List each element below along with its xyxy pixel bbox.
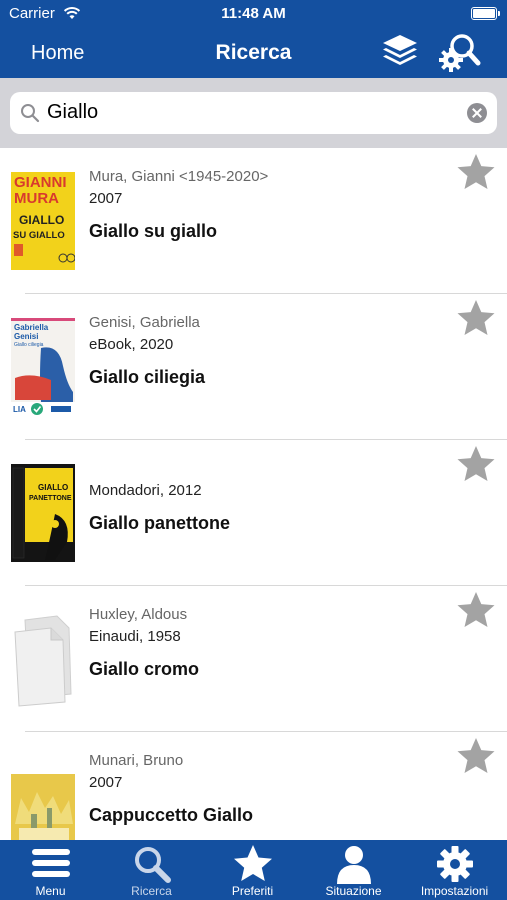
battery-icon [471, 7, 500, 20]
search-settings-icon[interactable] [437, 30, 481, 74]
book-cover-giallo-ciliegia: Gabriella Genisi Giallo ciliegia LIA [11, 318, 75, 416]
result-row[interactable]: GIANNI MURA GIALLO SU GIALLO Mura, Giann… [0, 148, 507, 294]
tab-label: Preferiti [231, 884, 274, 898]
result-publication: 2007 [89, 190, 123, 207]
clear-search-icon[interactable] [467, 103, 487, 123]
search-icon [135, 847, 171, 883]
tab-preferiti[interactable]: Preferiti [202, 840, 303, 900]
svg-text:GIALLO: GIALLO [19, 213, 64, 227]
svg-text:PANETTONE: PANETTONE [29, 495, 72, 502]
document-placeholder-icon [11, 610, 75, 708]
result-publication: 2007 [89, 774, 123, 791]
result-publication: Mondadori, 2012 [89, 482, 202, 499]
navigation-bar: Home Ricerca [0, 28, 507, 78]
layers-icon[interactable] [380, 32, 420, 72]
svg-text:GIALLO: GIALLO [38, 483, 68, 492]
result-author: Huxley, Aldous [89, 606, 188, 623]
tab-label: Situazione [325, 884, 382, 898]
result-title: Giallo panettone [89, 513, 231, 533]
tab-bar: Menu Ricerca Preferiti Situazione Impost… [0, 840, 507, 900]
home-button[interactable]: Home [31, 42, 84, 65]
tab-label: Impostazioni [420, 884, 489, 898]
result-author: Munari, Bruno [89, 752, 184, 769]
svg-text:LIA: LIA [13, 405, 26, 414]
gear-icon [437, 846, 473, 882]
svg-text:GIANNI: GIANNI [14, 174, 67, 191]
result-publication: eBook, 2020 [89, 336, 174, 353]
svg-text:Genisi: Genisi [14, 332, 38, 341]
result-author: Genisi, Gabriella [89, 314, 200, 331]
result-publication: Einaudi, 1958 [89, 628, 181, 645]
menu-icon [32, 849, 70, 877]
tab-ricerca[interactable]: Ricerca [101, 840, 202, 900]
favorite-star-icon[interactable] [456, 299, 496, 337]
result-title: Giallo cromo [89, 659, 200, 679]
magnifier-icon [21, 104, 40, 123]
search-bar: Giallo [0, 78, 507, 148]
result-row[interactable]: Gabriella Genisi Giallo ciliegia LIA Gen… [0, 294, 507, 440]
status-bar: Carrier 11:48 AM [0, 0, 507, 28]
book-cover-giallo-su-giallo: GIANNI MURA GIALLO SU GIALLO [11, 172, 75, 270]
svg-text:SU GIALLO: SU GIALLO [13, 230, 65, 241]
book-cover-giallo-panettone: GIALLO PANETTONE [11, 464, 75, 562]
results-list: GIANNI MURA GIALLO SU GIALLO Mura, Giann… [0, 148, 507, 840]
tab-situazione[interactable]: Situazione [303, 840, 404, 900]
result-row[interactable]: GIALLO PANETTONE Mondadori, 2012 Giallo … [0, 440, 507, 586]
tab-label: Menu [35, 884, 66, 898]
status-time: 11:48 AM [221, 5, 286, 22]
result-title: Giallo su giallo [89, 221, 218, 241]
svg-text:Giallo ciliegia: Giallo ciliegia [14, 342, 44, 348]
book-cover-cappuccetto-giallo [11, 774, 75, 840]
svg-text:Gabriella: Gabriella [14, 323, 49, 332]
result-title: Giallo ciliegia [89, 367, 206, 387]
search-input[interactable]: Giallo [10, 92, 497, 134]
star-icon [234, 845, 272, 881]
tab-impostazioni[interactable]: Impostazioni [404, 840, 505, 900]
search-query: Giallo [47, 101, 99, 123]
tab-menu[interactable]: Menu [0, 840, 101, 900]
result-row[interactable]: Huxley, Aldous Einaudi, 1958 Giallo crom… [0, 586, 507, 732]
favorite-star-icon[interactable] [456, 445, 496, 483]
favorite-star-icon[interactable] [456, 153, 496, 191]
favorite-star-icon[interactable] [456, 737, 496, 775]
favorite-star-icon[interactable] [456, 591, 496, 629]
result-title: Cappuccetto Giallo [89, 805, 254, 825]
result-row[interactable]: Munari, Bruno 2007 Cappuccetto Giallo [0, 732, 507, 840]
person-icon [337, 846, 371, 884]
svg-text:MURA: MURA [14, 190, 59, 207]
result-author: Mura, Gianni <1945-2020> [89, 168, 269, 185]
tab-label: Ricerca [131, 884, 172, 898]
